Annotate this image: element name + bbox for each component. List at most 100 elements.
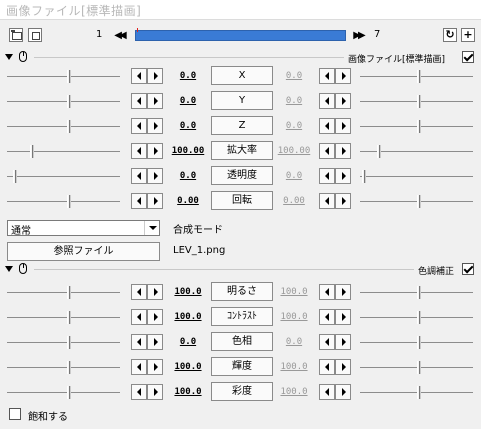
slider-thumb[interactable]	[417, 361, 420, 374]
frame-icon[interactable]	[28, 28, 42, 42]
param-start-slider[interactable]	[7, 284, 120, 300]
increment-arrow-icon[interactable]	[147, 168, 163, 184]
param-button[interactable]: 明るさ	[211, 282, 273, 301]
increment-arrow-icon[interactable]	[335, 334, 351, 350]
param-end-slider[interactable]	[360, 384, 473, 400]
param-end-slider[interactable]	[360, 93, 473, 109]
param-start-slider[interactable]	[7, 334, 120, 350]
decrement-arrow-icon[interactable]	[319, 359, 335, 375]
decrement-arrow-icon[interactable]	[319, 93, 335, 109]
slider-thumb[interactable]	[67, 386, 70, 399]
slider-thumb[interactable]	[67, 120, 70, 133]
param-start-value[interactable]: 0.0	[166, 94, 210, 108]
param-start-value[interactable]: 0.00	[166, 194, 210, 208]
decrement-arrow-icon[interactable]	[131, 118, 147, 134]
param-start-slider[interactable]	[7, 193, 120, 209]
slider-thumb[interactable]	[417, 70, 420, 83]
param-start-value[interactable]: 100.00	[166, 144, 210, 158]
param-end-slider[interactable]	[360, 309, 473, 325]
increment-arrow-icon[interactable]	[147, 93, 163, 109]
decrement-arrow-icon[interactable]	[131, 309, 147, 325]
param-button[interactable]: ｺﾝﾄﾗｽﾄ	[211, 307, 273, 326]
param-start-slider[interactable]	[7, 143, 120, 159]
decrement-arrow-icon[interactable]	[319, 384, 335, 400]
decrement-arrow-icon[interactable]	[319, 168, 335, 184]
increment-arrow-icon[interactable]	[335, 93, 351, 109]
slider-thumb[interactable]	[417, 120, 420, 133]
increment-arrow-icon[interactable]	[147, 309, 163, 325]
param-end-slider[interactable]	[360, 334, 473, 350]
decrement-arrow-icon[interactable]	[319, 284, 335, 300]
increment-arrow-icon[interactable]	[335, 284, 351, 300]
next-keyframe-icon[interactable]: ▶▶	[350, 28, 366, 43]
param-start-slider[interactable]	[7, 118, 120, 134]
add-icon[interactable]: +	[461, 28, 475, 42]
increment-arrow-icon[interactable]	[335, 168, 351, 184]
decrement-arrow-icon[interactable]	[319, 68, 335, 84]
param-end-value[interactable]: 0.0	[272, 119, 316, 133]
param-button[interactable]: 拡大率	[211, 141, 273, 160]
param-start-value[interactable]: 0.0	[166, 169, 210, 183]
param-start-value[interactable]: 0.0	[166, 69, 210, 83]
param-start-slider[interactable]	[7, 384, 120, 400]
increment-arrow-icon[interactable]	[147, 193, 163, 209]
param-button[interactable]: 色相	[211, 332, 273, 351]
param-end-value[interactable]: 0.0	[272, 94, 316, 108]
slider-thumb[interactable]	[30, 145, 33, 158]
param-start-value[interactable]: 100.0	[166, 385, 210, 399]
collapse-triangle-icon[interactable]	[5, 54, 13, 60]
slider-thumb[interactable]	[67, 70, 70, 83]
increment-arrow-icon[interactable]	[335, 309, 351, 325]
decrement-arrow-icon[interactable]	[131, 143, 147, 159]
increment-arrow-icon[interactable]	[147, 334, 163, 350]
param-start-slider[interactable]	[7, 359, 120, 375]
slider-thumb[interactable]	[417, 336, 420, 349]
param-start-slider[interactable]	[7, 68, 120, 84]
param-button[interactable]: 彩度	[211, 382, 273, 401]
slider-thumb[interactable]	[13, 170, 16, 183]
slider-thumb[interactable]	[67, 336, 70, 349]
reference-file-button[interactable]: 参照ファイル	[7, 242, 160, 261]
decrement-arrow-icon[interactable]	[319, 193, 335, 209]
decrement-arrow-icon[interactable]	[131, 384, 147, 400]
rotate-icon[interactable]: ↻	[443, 28, 457, 42]
increment-arrow-icon[interactable]	[147, 384, 163, 400]
increment-arrow-icon[interactable]	[335, 118, 351, 134]
camera-icon[interactable]	[9, 28, 23, 42]
decrement-arrow-icon[interactable]	[319, 118, 335, 134]
collapse-triangle-icon[interactable]	[5, 266, 13, 272]
prev-keyframe-icon[interactable]: ◀◀	[111, 28, 127, 43]
increment-arrow-icon[interactable]	[147, 143, 163, 159]
increment-arrow-icon[interactable]	[335, 143, 351, 159]
chevron-down-icon[interactable]	[144, 221, 159, 235]
slider-thumb[interactable]	[377, 145, 380, 158]
param-end-slider[interactable]	[360, 68, 473, 84]
param-button[interactable]: Y	[211, 91, 273, 110]
param-end-value[interactable]: 0.00	[272, 194, 316, 208]
param-button[interactable]: 輝度	[211, 357, 273, 376]
param-start-value[interactable]: 100.0	[166, 360, 210, 374]
param-button[interactable]: 回転	[211, 191, 273, 210]
slider-thumb[interactable]	[417, 195, 420, 208]
param-end-slider[interactable]	[360, 359, 473, 375]
param-start-slider[interactable]	[7, 168, 120, 184]
slider-thumb[interactable]	[67, 361, 70, 374]
section-enable-checkbox[interactable]	[462, 51, 474, 63]
param-start-slider[interactable]	[7, 93, 120, 109]
increment-arrow-icon[interactable]	[335, 68, 351, 84]
param-end-value[interactable]: 0.0	[272, 335, 316, 349]
decrement-arrow-icon[interactable]	[131, 68, 147, 84]
decrement-arrow-icon[interactable]	[319, 334, 335, 350]
slider-thumb[interactable]	[417, 95, 420, 108]
increment-arrow-icon[interactable]	[147, 68, 163, 84]
decrement-arrow-icon[interactable]	[131, 93, 147, 109]
increment-arrow-icon[interactable]	[335, 384, 351, 400]
mouse-icon[interactable]	[19, 263, 27, 274]
slider-thumb[interactable]	[67, 311, 70, 324]
slider-thumb[interactable]	[417, 286, 420, 299]
param-end-value[interactable]: 100.0	[272, 285, 316, 299]
param-start-value[interactable]: 100.0	[166, 310, 210, 324]
param-start-slider[interactable]	[7, 309, 120, 325]
param-button[interactable]: 透明度	[211, 166, 273, 185]
decrement-arrow-icon[interactable]	[131, 334, 147, 350]
